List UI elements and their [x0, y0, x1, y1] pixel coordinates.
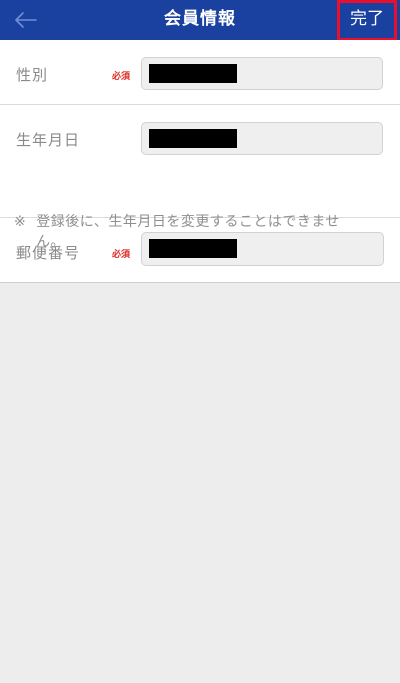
redacted-value [149, 239, 237, 258]
postal-code-field[interactable] [141, 232, 384, 266]
birthdate-field[interactable] [141, 122, 383, 155]
required-badge: 必須 [112, 72, 131, 82]
redacted-value [149, 129, 237, 148]
postal-row: 郵便番号 必須 [0, 218, 400, 283]
navigation-bar: 会員情報 完了 [0, 0, 400, 41]
redacted-value [149, 64, 237, 83]
required-badge: 必須 [112, 250, 131, 260]
done-button[interactable]: 完了 [337, 0, 397, 41]
gender-row: 性別 必須 [0, 40, 400, 105]
gender-label: 性別 [16, 66, 49, 84]
birthdate-label: 生年月日 [16, 131, 81, 149]
gender-field[interactable] [141, 57, 383, 90]
postal-label: 郵便番号 [16, 244, 81, 262]
birthdate-row: 生年月日 ※ 登録後に、生年月日を変更することはできませ ん。 [0, 105, 400, 250]
member-info-form: 性別 必須 生年月日 ※ 登録後に、生年月日を変更することはできませ ん。 郵便番… [0, 40, 400, 283]
